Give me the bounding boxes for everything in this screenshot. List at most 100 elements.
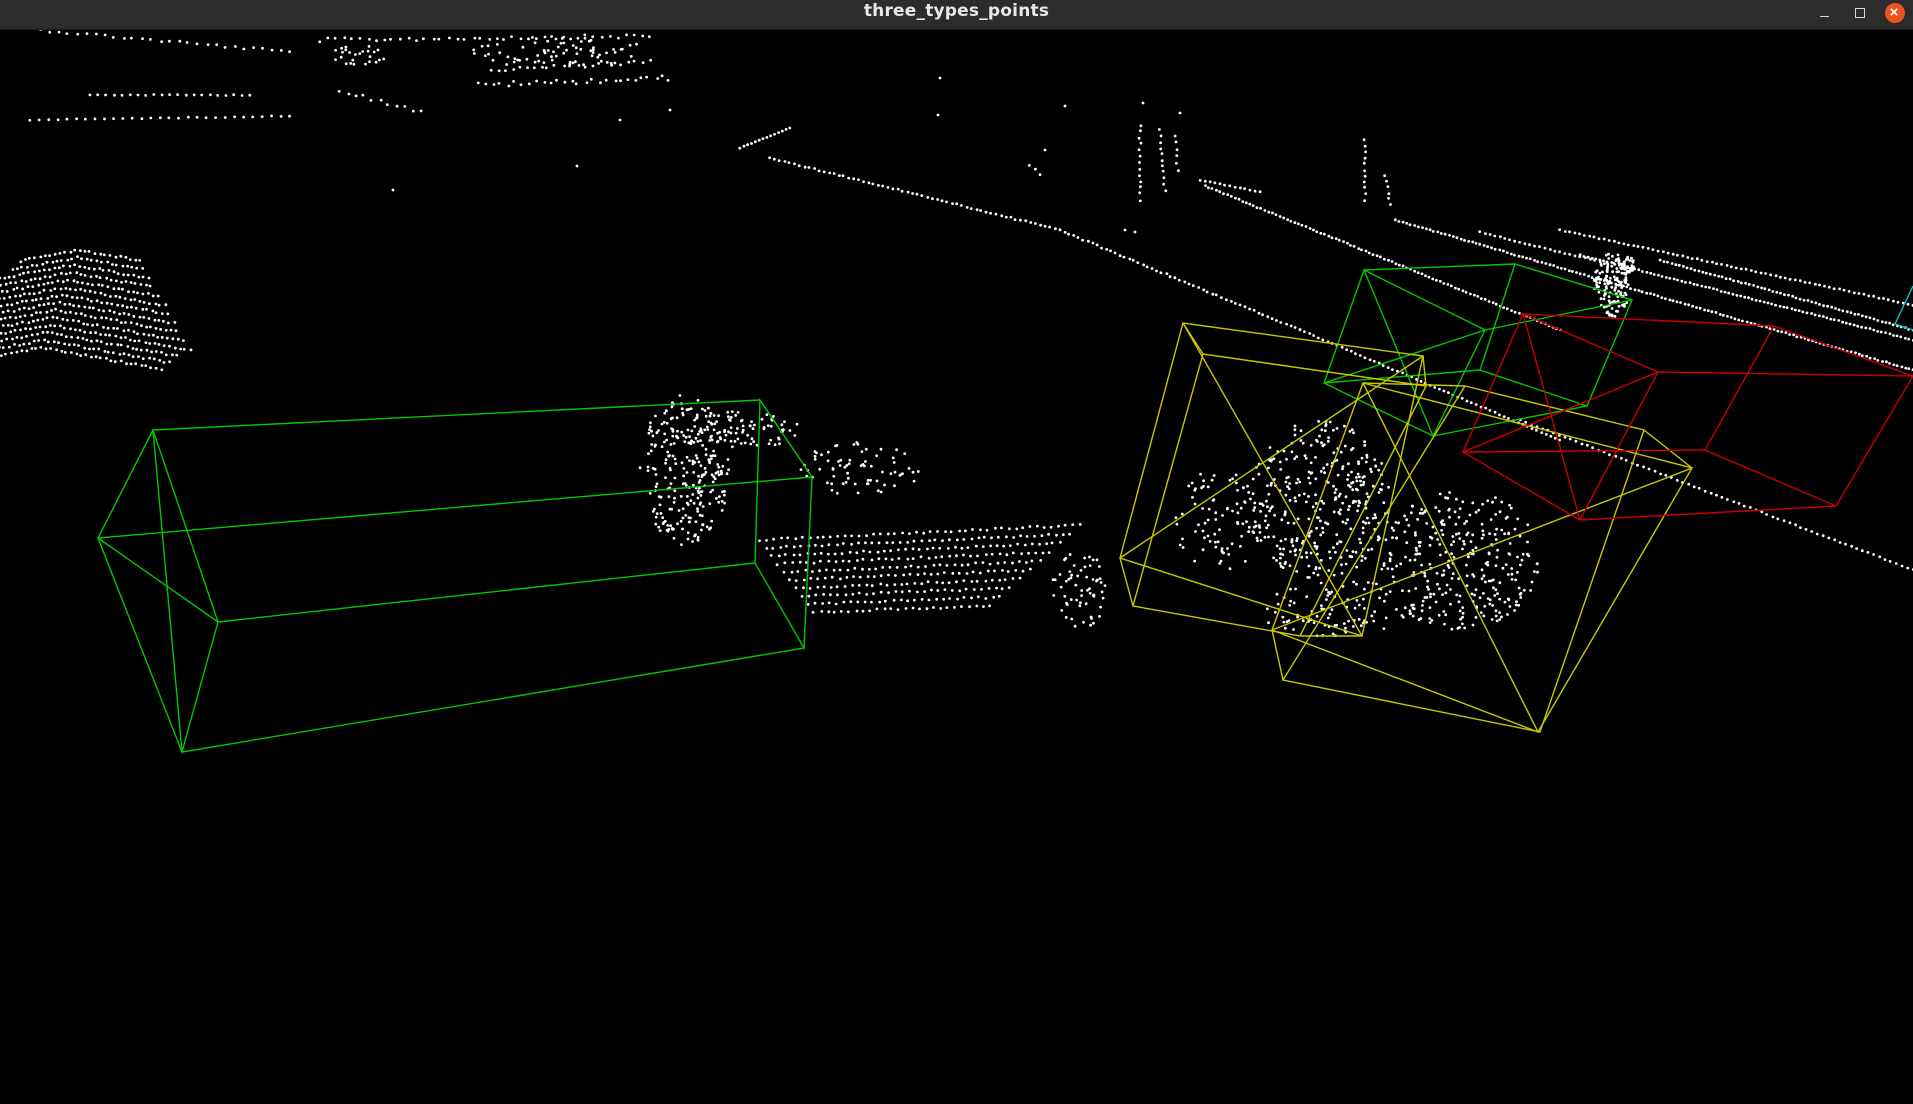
- point: [1286, 485, 1289, 489]
- point: [682, 467, 686, 470]
- point: [996, 535, 1000, 539]
- point: [1019, 534, 1022, 538]
- point: [1495, 619, 1499, 623]
- point: [1025, 535, 1029, 538]
- point: [806, 603, 810, 606]
- point: [964, 529, 967, 533]
- maximize-button[interactable]: [1849, 2, 1871, 24]
- point: [62, 264, 65, 268]
- point: [1281, 566, 1285, 569]
- point: [1491, 500, 1494, 504]
- point: [91, 283, 94, 287]
- point: [1444, 591, 1448, 595]
- point: [1526, 540, 1529, 544]
- point: [895, 566, 899, 569]
- point: [1649, 292, 1652, 295]
- window-titlebar[interactable]: three_types_points: [0, 0, 1913, 30]
- point: [0, 339, 3, 343]
- point: [1788, 333, 1791, 336]
- point: [1759, 271, 1763, 275]
- point: [1279, 321, 1283, 324]
- point: [1252, 531, 1256, 534]
- point: [1418, 552, 1422, 556]
- point: [510, 35, 513, 38]
- point: [110, 342, 113, 346]
- point: [28, 342, 31, 345]
- point: [113, 360, 117, 364]
- point: [718, 436, 722, 439]
- point: [650, 443, 654, 446]
- point: [847, 462, 851, 466]
- point: [1476, 295, 1480, 298]
- point: [1784, 331, 1788, 334]
- point: [45, 310, 49, 314]
- point: [1872, 553, 1875, 556]
- point: [1425, 227, 1428, 231]
- point: [1778, 304, 1782, 308]
- point: [836, 534, 840, 538]
- point: [697, 481, 701, 484]
- point: [672, 501, 676, 504]
- point: [887, 573, 890, 577]
- point: [1383, 599, 1386, 603]
- point: [1421, 599, 1425, 603]
- point: [790, 570, 794, 574]
- point: [102, 253, 106, 257]
- point-cloud-canvas[interactable]: [0, 30, 1913, 1104]
- point: [495, 43, 499, 46]
- point: [777, 131, 780, 134]
- point: [1486, 563, 1490, 567]
- minimize-button[interactable]: [1814, 2, 1836, 24]
- point: [1360, 248, 1363, 252]
- point: [906, 190, 910, 194]
- point: [100, 260, 103, 264]
- point: [864, 447, 868, 451]
- point: [788, 126, 792, 130]
- point: [1776, 329, 1780, 333]
- point: [1008, 544, 1012, 547]
- point: [1297, 493, 1301, 497]
- point: [1533, 244, 1536, 248]
- point: [746, 143, 749, 147]
- point: [874, 567, 878, 571]
- point: [971, 570, 975, 574]
- point: [1857, 352, 1861, 356]
- point: [49, 289, 53, 292]
- point: [1465, 399, 1469, 403]
- point: [736, 427, 739, 430]
- point: [368, 60, 371, 64]
- close-button[interactable]: [1884, 2, 1906, 24]
- point: [1047, 551, 1051, 554]
- point: [1495, 527, 1498, 531]
- point: [696, 398, 700, 402]
- point: [1335, 533, 1339, 536]
- point-cloud-viewport[interactable]: [0, 30, 1913, 1104]
- point: [1043, 148, 1047, 152]
- point: [1395, 564, 1398, 568]
- point: [1064, 616, 1068, 619]
- point: [1603, 262, 1606, 265]
- point: [77, 304, 81, 308]
- point: [367, 45, 371, 48]
- point: [1313, 541, 1316, 545]
- point: [1892, 334, 1895, 337]
- point: [929, 573, 933, 576]
- point: [1346, 473, 1350, 477]
- point: [1703, 489, 1707, 493]
- point: [1361, 526, 1365, 530]
- point: [544, 66, 548, 70]
- point: [90, 299, 93, 303]
- point: [1368, 358, 1372, 362]
- point: [953, 563, 957, 567]
- bounding-box-green-vehicle-back: [754, 397, 813, 651]
- point: [681, 507, 685, 511]
- point: [1857, 313, 1860, 316]
- point: [798, 560, 802, 564]
- point: [960, 605, 963, 608]
- point: [1326, 594, 1330, 597]
- point: [666, 524, 670, 527]
- point: [60, 349, 64, 353]
- point: [550, 55, 553, 58]
- point: [710, 457, 713, 461]
- point: [751, 427, 755, 430]
